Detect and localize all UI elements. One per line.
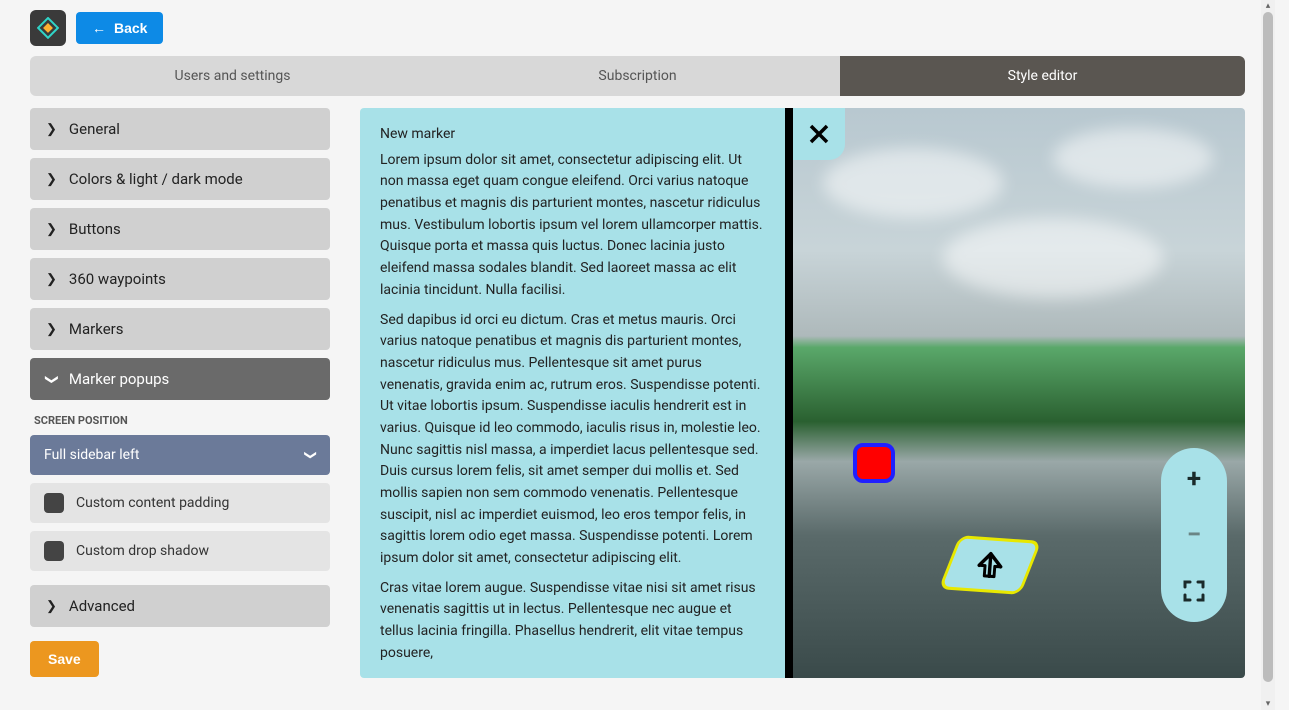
back-button[interactable]: ← Back [76, 12, 163, 44]
chevron-right-icon: ❯ [46, 599, 57, 614]
close-popup-button[interactable] [793, 108, 845, 160]
diamond-icon [37, 17, 59, 39]
accordion-advanced[interactable]: ❯ Advanced [30, 585, 330, 627]
accordion-general[interactable]: ❯ General [30, 108, 330, 150]
preview-canvas: New marker Lorem ipsum dolor sit amet, c… [360, 108, 1245, 678]
chevron-down-icon: ❯ [44, 374, 59, 385]
zoom-controls: + − [1161, 448, 1227, 622]
screen-position-select[interactable]: Full sidebar left ❯ [30, 435, 330, 475]
save-button[interactable]: Save [30, 641, 99, 677]
option-custom-content-padding[interactable]: Custom content padding [30, 483, 330, 523]
plus-icon: + [1187, 464, 1201, 494]
zoom-in-button[interactable]: + [1179, 464, 1209, 494]
scrollbar-thumb[interactable] [1263, 12, 1273, 682]
chevron-down-icon: ❯ [304, 450, 318, 460]
marker-pin[interactable] [853, 443, 895, 483]
arrow-up-icon [972, 546, 1008, 583]
accordion-marker-popups[interactable]: ❯ Marker popups [30, 358, 330, 400]
back-label: Back [114, 20, 147, 36]
chevron-right-icon: ❯ [46, 322, 57, 337]
popup-paragraph: Cras vitae lorem augue. Suspendisse vita… [380, 578, 765, 665]
fullscreen-icon [1183, 580, 1205, 602]
arrow-left-icon: ← [92, 20, 106, 36]
accordion-buttons[interactable]: ❯ Buttons [30, 208, 330, 250]
scroll-down-arrow-icon: ▾ [1263, 699, 1273, 709]
zoom-out-button[interactable]: − [1179, 520, 1209, 550]
tab-style-editor[interactable]: Style editor [840, 56, 1245, 96]
minus-icon: − [1187, 520, 1201, 550]
option-custom-drop-shadow[interactable]: Custom drop shadow [30, 531, 330, 571]
panel-divider[interactable] [785, 108, 793, 678]
accordion-360-waypoints[interactable]: ❯ 360 waypoints [30, 258, 330, 300]
checkbox-icon [44, 493, 64, 513]
waypoint-arrow[interactable] [938, 535, 1041, 595]
screen-position-label: SCREEN POSITION [30, 414, 330, 427]
accordion-markers[interactable]: ❯ Markers [30, 308, 330, 350]
chevron-right-icon: ❯ [46, 222, 57, 237]
main-tabs: Users and settings Subscription Style ed… [30, 56, 1245, 96]
fullscreen-button[interactable] [1179, 576, 1209, 606]
marker-popup-panel: New marker Lorem ipsum dolor sit amet, c… [360, 108, 785, 678]
tab-users-settings[interactable]: Users and settings [30, 56, 435, 96]
scroll-up-arrow-icon: ▴ [1263, 1, 1273, 11]
popup-title: New marker [380, 124, 765, 146]
page-scrollbar[interactable]: ▴ ▾ [1261, 0, 1275, 710]
accordion-colors[interactable]: ❯ Colors & light / dark mode [30, 158, 330, 200]
popup-paragraph: Sed dapibus id orci eu dictum. Cras et m… [380, 310, 765, 570]
chevron-right-icon: ❯ [46, 272, 57, 287]
checkbox-icon [44, 541, 64, 561]
sidebar: ❯ General ❯ Colors & light / dark mode ❯… [30, 108, 330, 678]
popup-paragraph: Lorem ipsum dolor sit amet, consectetur … [380, 150, 765, 302]
panorama-image[interactable]: + − [793, 108, 1245, 678]
tab-subscription[interactable]: Subscription [435, 56, 840, 96]
app-logo[interactable] [30, 10, 66, 46]
close-icon [808, 123, 830, 145]
chevron-right-icon: ❯ [46, 172, 57, 187]
chevron-right-icon: ❯ [46, 122, 57, 137]
